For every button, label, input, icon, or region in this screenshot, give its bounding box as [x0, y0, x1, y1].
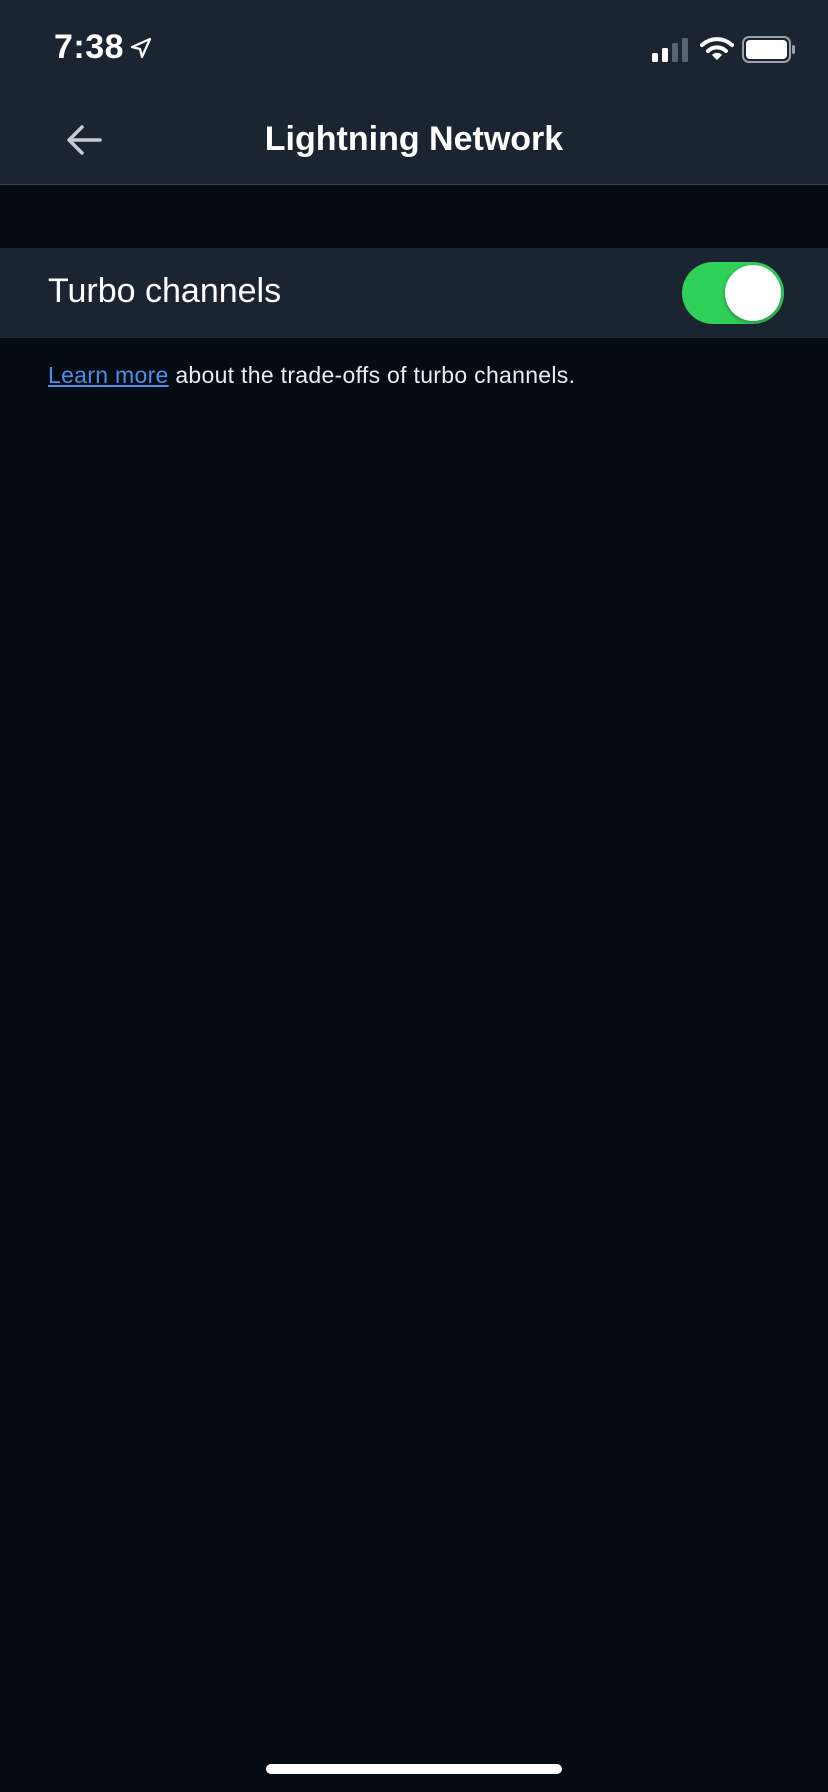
turbo-channels-footnote: Learn more about the trade-offs of turbo… [48, 362, 575, 389]
turbo-channels-toggle[interactable] [682, 262, 784, 324]
home-indicator[interactable] [266, 1764, 562, 1774]
settings-row-turbo-channels: Turbo channels [0, 248, 828, 338]
learn-more-link[interactable]: Learn more [48, 362, 169, 388]
footnote-text: about the trade-offs of turbo channels. [168, 362, 576, 388]
battery-icon [742, 36, 795, 63]
navigation-bar: Lightning Network [0, 96, 828, 185]
location-arrow-icon [130, 37, 152, 59]
status-time: 7:38 [54, 28, 125, 66]
wifi-icon [700, 37, 734, 60]
page-title: Lightning Network [264, 120, 564, 158]
status-bar: 7:38 [0, 0, 828, 96]
turbo-channels-label: Turbo channels [48, 272, 282, 310]
signal-icon [652, 38, 688, 62]
toggle-knob [725, 265, 781, 321]
